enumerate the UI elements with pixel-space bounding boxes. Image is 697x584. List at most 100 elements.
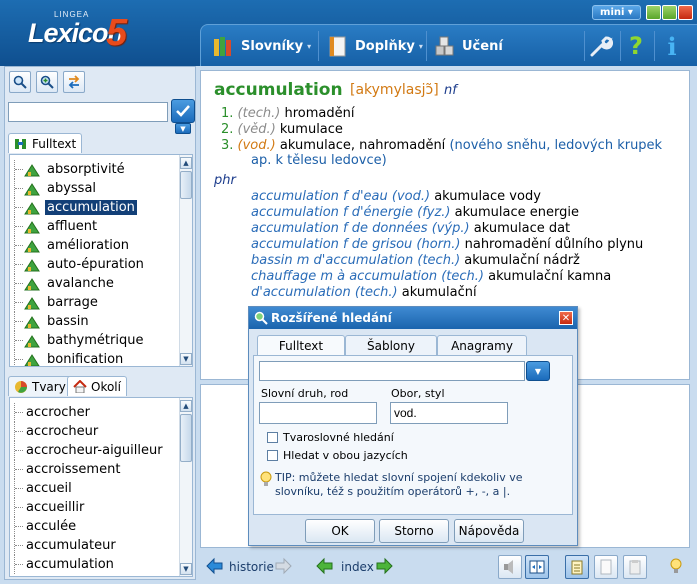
word-list-item[interactable]: accrocheur xyxy=(10,422,192,441)
word-list-item[interactable]: accumulation xyxy=(10,555,192,574)
word-list-item[interactable]: accueil xyxy=(10,479,192,498)
word-list-item[interactable]: affluent xyxy=(10,217,192,236)
menu-uceni[interactable]: Učení xyxy=(434,33,503,59)
upper-list-scrollbar[interactable]: ▲ ▼ xyxy=(179,155,192,366)
maximize-button[interactable] xyxy=(662,5,677,20)
word-list-item-label: accumulation xyxy=(26,557,114,572)
logo-number: 5 xyxy=(106,12,128,54)
info-icon[interactable]: i xyxy=(659,32,685,61)
upper-word-list: absorptivité abyssal accumulation affluent a… xyxy=(9,154,193,367)
word-list-item[interactable]: accrocher xyxy=(10,403,192,422)
tree-connector xyxy=(14,350,24,366)
hint-button[interactable] xyxy=(665,555,687,577)
notes-button[interactable] xyxy=(565,555,589,579)
word-list-item[interactable]: avalanche xyxy=(10,274,192,293)
wrench-icon[interactable] xyxy=(588,33,614,59)
tree-connector xyxy=(14,312,24,331)
napoveda-button[interactable]: Nápověda xyxy=(454,519,524,543)
document-button[interactable] xyxy=(594,555,618,579)
search-options-dropdown[interactable]: ▼ xyxy=(175,123,191,134)
entry-icon xyxy=(24,201,40,214)
word-list-item[interactable]: bonification xyxy=(10,350,192,367)
search-tool-button[interactable] xyxy=(9,71,31,93)
entry-icon xyxy=(24,220,40,233)
word-list-item[interactable]: bathymétrique xyxy=(10,331,192,350)
word-list-item[interactable]: absorptivité xyxy=(10,160,192,179)
menu-doplnky[interactable]: Doplňky ▾ xyxy=(327,33,423,59)
phrase-source: accumulation f de données (výp.) xyxy=(251,221,470,236)
lightbulb-icon xyxy=(670,558,682,573)
word-list-item[interactable]: amélioration xyxy=(10,236,192,255)
scroll-down-button[interactable]: ▼ xyxy=(180,353,192,365)
dialog-tab-sablony[interactable]: Šablony xyxy=(345,335,437,356)
index-label: index xyxy=(341,560,374,574)
history-forward-button[interactable] xyxy=(272,555,294,577)
storno-button[interactable]: Storno xyxy=(379,519,449,543)
dialog-search-input[interactable] xyxy=(259,361,525,381)
obor-styl-input[interactable] xyxy=(390,402,508,424)
tab-okoli[interactable]: Okolí xyxy=(67,376,127,396)
word-list-item-label: absorptivité xyxy=(47,162,125,177)
tab-tvary[interactable]: Tvary xyxy=(8,376,72,396)
entry-icon xyxy=(24,315,40,328)
phrase-source: d'accumulation (tech.) xyxy=(251,285,398,300)
tree-connector xyxy=(14,479,24,498)
zoom-tool-button[interactable] xyxy=(36,71,58,93)
phrase-source: accumulation f de grisou (horn.) xyxy=(251,237,461,252)
tab-fulltext[interactable]: Fulltext xyxy=(8,133,83,153)
arrow-left-icon xyxy=(206,557,223,575)
word-list-item[interactable]: accroissement xyxy=(10,460,192,479)
obou-jazycich-checkbox[interactable] xyxy=(267,450,278,461)
tree-connector xyxy=(14,536,24,555)
word-list-item-label: accrocheur xyxy=(26,424,99,439)
history-back-button[interactable] xyxy=(204,555,226,577)
dialog-tab-anagramy[interactable]: Anagramy xyxy=(437,335,527,356)
ok-button[interactable]: OK xyxy=(305,519,375,543)
word-list-item[interactable]: barrage xyxy=(10,293,192,312)
tree-connector xyxy=(14,441,24,460)
clipboard-button[interactable] xyxy=(623,555,647,579)
word-list-item[interactable]: accumulation xyxy=(10,198,192,217)
word-list-item[interactable]: accueillir xyxy=(10,498,192,517)
word-list-item-label: bonification xyxy=(47,352,124,367)
lower-list-scrollbar[interactable]: ▲ ▼ xyxy=(179,398,192,576)
slovni-druh-input[interactable] xyxy=(259,402,377,424)
index-forward-button[interactable] xyxy=(373,555,395,577)
search-submit-button[interactable] xyxy=(171,99,195,123)
help-icon[interactable]: ? xyxy=(623,32,649,60)
scroll-up-button[interactable]: ▲ xyxy=(180,157,192,169)
dialog-tab-fulltext[interactable]: Fulltext xyxy=(257,335,345,356)
document-icon xyxy=(600,559,612,575)
speaker-button[interactable] xyxy=(498,555,522,579)
scroll-thumb[interactable] xyxy=(180,171,192,199)
close-window-button[interactable] xyxy=(678,5,693,20)
word-list-item-label: accrocher xyxy=(26,405,91,420)
word-list-item[interactable]: bassin xyxy=(10,312,192,331)
dialog-search-dropdown[interactable]: ▼ xyxy=(526,361,550,381)
phrase-row: bassin m d'accumulation (tech.) akumulač… xyxy=(251,253,580,268)
tvaroslovne-label: Tvaroslovné hledání xyxy=(283,431,394,444)
index-back-button[interactable] xyxy=(314,555,336,577)
mini-mode-button[interactable]: mini ▾ xyxy=(592,5,641,20)
word-list-item[interactable]: auto-épuration xyxy=(10,255,192,274)
entry-icon xyxy=(24,163,40,176)
scroll-up-button[interactable]: ▲ xyxy=(180,400,192,412)
word-list-item[interactable]: accrocheur-aiguilleur xyxy=(10,441,192,460)
scroll-down-button[interactable]: ▼ xyxy=(180,563,192,575)
tvaroslovne-checkbox[interactable] xyxy=(267,432,278,443)
dialog-title-bar[interactable]: Rozšířené hledání xyxy=(249,307,577,329)
swap-direction-button[interactable] xyxy=(63,71,85,93)
minimize-button[interactable] xyxy=(646,5,661,20)
split-view-button[interactable] xyxy=(525,555,549,579)
dialog-close-button[interactable]: ✕ xyxy=(559,311,573,325)
word-list-item[interactable]: acculée xyxy=(10,517,192,536)
phrase-source: bassin m d'accumulation (tech.) xyxy=(251,253,461,268)
word-list-item[interactable]: abyssal xyxy=(10,179,192,198)
scroll-thumb[interactable] xyxy=(180,414,192,462)
entry-icon xyxy=(24,239,40,252)
search-input[interactable] xyxy=(8,102,168,122)
word-list-item[interactable]: accumulateur xyxy=(10,536,192,555)
phrase-row: accumulation f de données (výp.) akumula… xyxy=(251,221,570,236)
menu-slovniky[interactable]: Slovníky ▾ xyxy=(213,33,311,59)
phrase-row: accumulation f de grisou (horn.) nahroma… xyxy=(251,237,643,252)
